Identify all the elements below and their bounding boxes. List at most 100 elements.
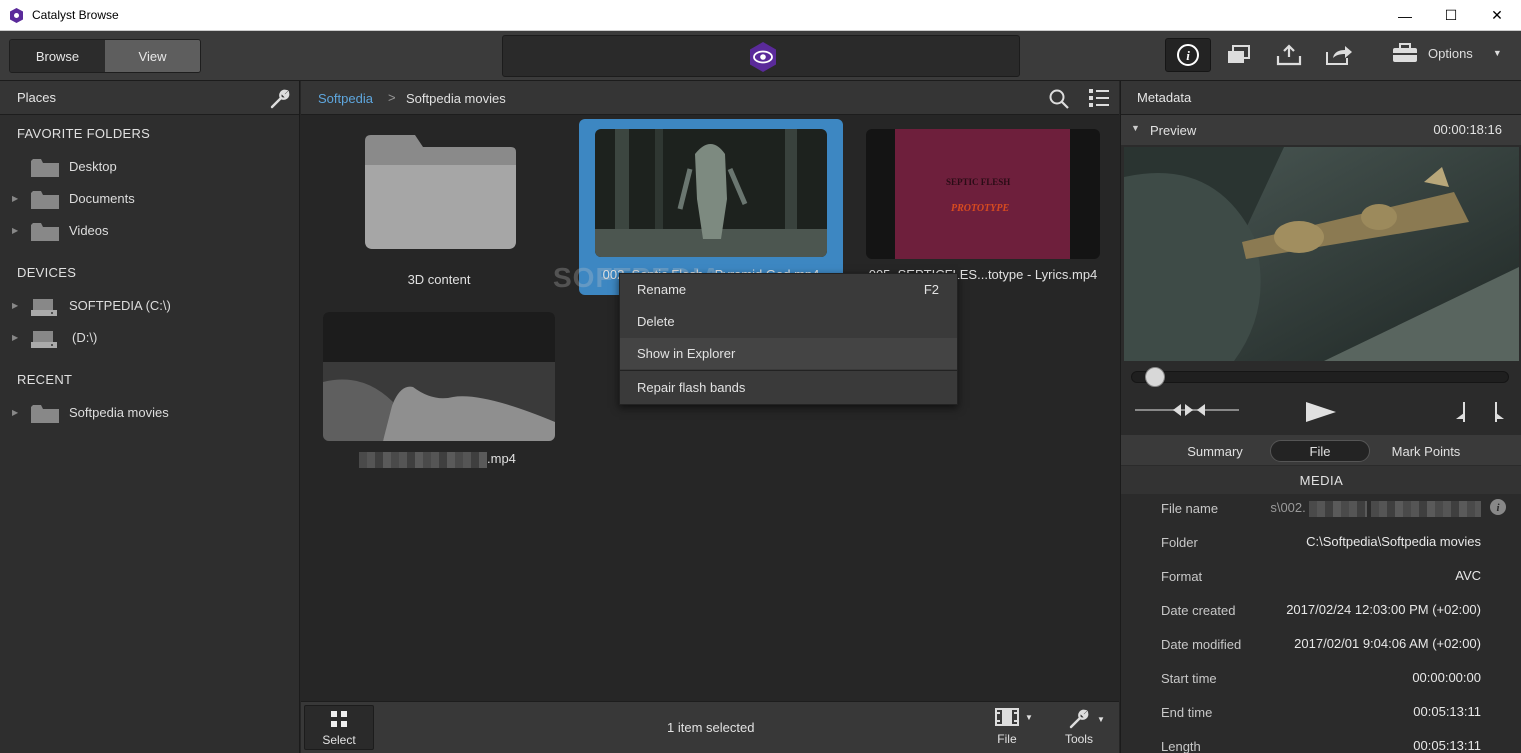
svg-text:i: i — [1186, 48, 1190, 63]
breadcrumb-separator: > — [388, 90, 396, 105]
video-thumbnail — [595, 129, 827, 257]
preview-header[interactable]: ▼ Preview 00:00:18:16 — [1121, 115, 1521, 145]
copy-icon[interactable] — [1216, 38, 1262, 72]
list-view-icon[interactable] — [1088, 87, 1110, 109]
folder-icon — [31, 405, 59, 423]
selection-status: 1 item selected — [667, 720, 755, 735]
file-menu-button[interactable]: ▼ File — [995, 708, 1033, 746]
large-folder-icon — [365, 135, 516, 249]
meta-row-date-modified: Date modified 2017/02/01 9:04:06 AM (+02:… — [1161, 636, 1481, 652]
video-thumbnail — [323, 312, 555, 441]
folder-item-3d-content[interactable]: 3D content — [323, 120, 555, 290]
maximize-button[interactable]: ☐ — [1428, 0, 1474, 31]
mark-out-icon[interactable] — [1493, 401, 1505, 423]
preview-label: Preview — [1150, 123, 1197, 138]
folder-icon — [31, 159, 59, 177]
sidebar-item-desktop[interactable]: Desktop — [0, 152, 300, 180]
meta-row-format: Format AVC — [1161, 568, 1481, 584]
search-icon[interactable] — [1048, 88, 1070, 110]
meta-row-end-time: End time 00:05:13:11 — [1161, 704, 1481, 720]
places-title: Places — [17, 90, 57, 105]
wrench-icon — [1069, 709, 1089, 729]
meta-row-file-name: File name s\002. i — [1121, 492, 1521, 526]
export-icon[interactable] — [1266, 38, 1312, 72]
sidebar-item-documents[interactable]: ▶ Documents — [0, 184, 300, 212]
sidebar-item-drive-c[interactable]: ▶ SOFTPEDIA (C:\) — [0, 291, 300, 319]
shuttle-control-icon[interactable] — [1135, 403, 1239, 417]
chevron-down-icon: ▼ — [1025, 712, 1033, 722]
tab-summary[interactable]: Summary — [1165, 440, 1265, 462]
folder-icon — [31, 223, 59, 241]
menu-item-delete[interactable]: Delete — [620, 306, 957, 337]
share-icon[interactable] — [1316, 38, 1362, 72]
video-item-third[interactable]: .mp4 — [323, 312, 555, 472]
menu-item-repair-flash-bands[interactable]: Repair flash bands — [620, 372, 957, 403]
bottom-bar: Select 1 item selected ▼ File ▼ Tools — [301, 701, 1119, 753]
tab-file[interactable]: File — [1270, 440, 1370, 462]
menu-item-show-in-explorer[interactable]: Show in Explorer — [620, 338, 957, 369]
options-menu[interactable]: Options ▼ — [1392, 43, 1502, 63]
catalyst-eye-icon[interactable] — [747, 41, 779, 73]
toolbox-icon — [1393, 43, 1417, 62]
expand-arrow-icon[interactable]: ▶ — [12, 333, 18, 342]
expand-arrow-icon[interactable]: ▶ — [12, 226, 18, 235]
meta-row-folder: Folder C:\Softpedia\Softpedia movies — [1161, 534, 1481, 550]
expand-arrow-icon[interactable]: ▶ — [12, 194, 18, 203]
content-panel: Softpedia > Softpedia movies 3D content … — [301, 81, 1119, 753]
breadcrumb: Softpedia > Softpedia movies — [301, 81, 1119, 115]
chevron-down-icon: ▼ — [1097, 714, 1105, 724]
recent-title: RECENT — [17, 372, 73, 387]
redacted-text — [1309, 500, 1368, 517]
metadata-panel: Metadata ▼ Preview 00:00:18:16 Summary F… — [1120, 81, 1521, 753]
tools-menu-button[interactable]: ▼ Tools — [1065, 708, 1105, 746]
sidebar-item-videos[interactable]: ▶ Videos — [0, 216, 300, 244]
meta-row-length: Length 00:05:13:11 — [1161, 738, 1481, 753]
mode-switch: Browse View — [9, 39, 201, 73]
thumbnail-text-subtitle: PROTOTYPE — [951, 203, 1010, 214]
shortcut-label: F2 — [923, 282, 939, 297]
sidebar-item-drive-d[interactable]: ▶ (D:\) — [0, 323, 300, 351]
film-icon — [995, 708, 1019, 726]
collapse-arrow-icon: ▼ — [1131, 123, 1140, 133]
chevron-down-icon: ▼ — [1492, 48, 1502, 58]
menu-item-rename[interactable]: Rename F2 — [620, 274, 957, 305]
menu-divider — [620, 370, 957, 371]
wrench-icon[interactable] — [269, 88, 291, 110]
browse-mode-button[interactable]: Browse — [10, 40, 105, 72]
play-icon[interactable] — [1304, 401, 1338, 423]
close-button[interactable]: ✕ — [1474, 0, 1520, 31]
catalyst-status-box — [502, 35, 1020, 77]
context-menu: Rename F2 Delete Show in Explorer Repair… — [619, 273, 958, 405]
preview-video[interactable] — [1124, 147, 1519, 361]
scrubber-handle[interactable] — [1145, 367, 1165, 387]
minimize-button[interactable]: — — [1382, 0, 1428, 31]
select-button[interactable]: Select — [304, 705, 374, 750]
view-mode-button[interactable]: View — [105, 40, 200, 72]
sidebar-item-softpedia-movies[interactable]: ▶ Softpedia movies — [0, 398, 300, 426]
meta-row-start-time: Start time 00:00:00:00 — [1161, 670, 1481, 686]
mark-in-icon[interactable] — [1455, 401, 1467, 423]
window-title: Catalyst Browse — [32, 8, 119, 22]
redacted-text — [1371, 500, 1481, 517]
metadata-tabs: Summary File Mark Points — [1121, 435, 1521, 465]
preview-scrubber[interactable] — [1131, 371, 1509, 383]
expand-arrow-icon[interactable]: ▶ — [12, 408, 18, 417]
thumbnail-text-title: SEPTIC FLESH — [946, 177, 1011, 187]
folder-icon — [31, 191, 59, 209]
drive-icon — [31, 299, 57, 316]
redacted-text — [359, 452, 487, 468]
app-logo-icon — [10, 8, 23, 23]
info-icon[interactable]: i — [1165, 38, 1211, 72]
media-section-title: MEDIA — [1121, 466, 1521, 494]
places-panel: Places FAVORITE FOLDERS Desktop ▶ Docume… — [0, 81, 300, 753]
metadata-header: Metadata — [1121, 81, 1521, 115]
video-thumbnail — [866, 129, 1100, 259]
tab-mark-points[interactable]: Mark Points — [1376, 440, 1476, 462]
info-icon[interactable]: i — [1489, 498, 1507, 516]
main-toolbar: Browse View i Options ▼ — [0, 31, 1521, 81]
metadata-title: Metadata — [1137, 90, 1192, 105]
breadcrumb-root-link[interactable]: Softpedia — [318, 91, 373, 106]
preview-timecode: 00:00:18:16 — [1433, 122, 1502, 137]
options-label: Options — [1428, 45, 1473, 61]
expand-arrow-icon[interactable]: ▶ — [12, 301, 18, 310]
